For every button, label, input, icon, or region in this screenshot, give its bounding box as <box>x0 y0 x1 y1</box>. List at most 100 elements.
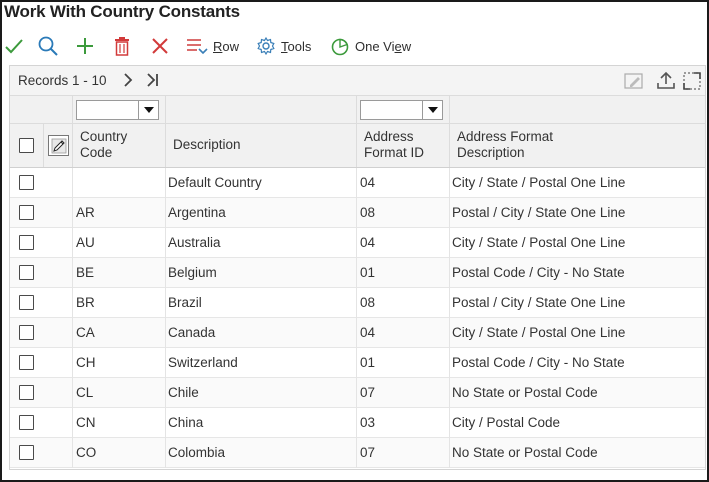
cell-description[interactable]: Chile <box>168 378 199 408</box>
table-row[interactable]: CA Canada 04 City / State / Postal One Line <box>10 318 705 348</box>
column-divider <box>72 198 73 228</box>
row-select-checkbox[interactable] <box>19 235 34 250</box>
cell-description[interactable]: Switzerland <box>168 348 238 378</box>
maximize-grid-button[interactable] <box>682 71 702 96</box>
column-divider <box>165 318 166 348</box>
row-select-checkbox[interactable] <box>19 205 34 220</box>
personalize-grid-button[interactable] <box>624 71 644 96</box>
table-row[interactable]: AR Argentina 08 Postal / City / State One L… <box>10 198 705 228</box>
column-divider <box>165 348 166 378</box>
last-page-button[interactable] <box>146 72 160 91</box>
row-menu-button[interactable]: Row <box>186 31 239 61</box>
column-divider <box>165 198 166 228</box>
cell-address-format-id: 07 <box>360 445 376 460</box>
row-select-checkbox[interactable] <box>19 415 34 430</box>
table-row[interactable]: Default Country 04 City / State / Postal O… <box>10 168 705 198</box>
column-header-description[interactable]: Description <box>173 137 241 153</box>
search-button[interactable] <box>37 31 59 61</box>
column-divider <box>449 378 450 408</box>
table-row[interactable]: CH Switzerland 01 Postal Code / City - No S… <box>10 348 705 378</box>
column-divider <box>72 348 73 378</box>
column-header-address-format-id[interactable]: Address Format ID <box>364 129 424 161</box>
grid-header-row: Country Code Description Address Format … <box>10 124 705 168</box>
country-code-filter-input[interactable] <box>76 100 139 120</box>
export-button[interactable] <box>656 71 676 96</box>
column-divider <box>72 228 73 258</box>
row-menu-label: Row <box>213 39 239 54</box>
cell-address-format-description: City / State / Postal One Line <box>452 325 626 340</box>
column-header-address-format-description[interactable]: Address Format Description <box>457 129 553 161</box>
column-divider <box>356 168 357 198</box>
cell-country-code: CO <box>76 445 97 460</box>
column-divider <box>356 96 357 123</box>
cell-address-format-description: City / State / Postal One Line <box>452 235 626 250</box>
gear-icon <box>257 36 275 56</box>
table-row[interactable]: CL Chile 07 No State or Postal Code <box>10 378 705 408</box>
row-select-checkbox[interactable] <box>19 355 34 370</box>
row-select-checkbox[interactable] <box>19 385 34 400</box>
cell-country-code: AR <box>76 205 95 220</box>
cell-description[interactable]: Argentina <box>168 198 226 228</box>
column-divider <box>449 168 450 198</box>
column-divider <box>356 258 357 288</box>
column-divider <box>165 288 166 318</box>
address-format-id-filter-dropdown[interactable] <box>423 100 443 120</box>
tools-menu-button[interactable]: Tools <box>256 31 311 61</box>
cell-description[interactable]: Canada <box>168 318 215 348</box>
trash-icon <box>115 37 129 56</box>
table-row[interactable]: CN China 03 City / Postal Code <box>10 408 705 438</box>
caret-down-icon <box>143 107 154 113</box>
row-select-checkbox[interactable] <box>19 325 34 340</box>
caret-down-icon <box>427 107 438 113</box>
cell-description[interactable]: Brazil <box>168 288 202 318</box>
cell-country-code: AU <box>76 235 95 250</box>
row-menu-label-rest: ow <box>222 38 240 54</box>
row-edit-header-button[interactable] <box>48 135 69 156</box>
row-select-checkbox[interactable] <box>19 265 34 280</box>
column-header-country-code[interactable]: Country Code <box>80 129 127 161</box>
next-page-button[interactable] <box>122 72 134 91</box>
address-format-id-filter-input[interactable] <box>360 100 423 120</box>
table-row[interactable]: AU Australia 04 City / State / Postal One L… <box>10 228 705 258</box>
cell-description[interactable]: Default Country <box>168 168 262 198</box>
column-divider <box>356 378 357 408</box>
tools-menu-label: Tools <box>281 39 311 54</box>
close-button[interactable] <box>150 31 170 61</box>
cell-description[interactable]: China <box>168 408 203 438</box>
cell-address-format-description: City / Postal Code <box>452 415 561 430</box>
cell-description[interactable]: Belgium <box>168 258 217 288</box>
cell-description[interactable]: Colombia <box>168 438 225 468</box>
select-all-checkbox[interactable] <box>19 138 34 153</box>
ok-button[interactable] <box>4 31 24 61</box>
column-divider <box>356 348 357 378</box>
table-row[interactable]: BR Brazil 08 Postal / City / State One Line <box>10 288 705 318</box>
column-divider <box>72 438 73 468</box>
column-divider <box>165 378 166 408</box>
one-view-button[interactable]: One View <box>330 31 411 61</box>
column-divider <box>165 228 166 258</box>
table-row[interactable]: BE Belgium 01 Postal Code / City - No State <box>10 258 705 288</box>
country-code-filter-dropdown[interactable] <box>139 100 159 120</box>
cell-description[interactable]: Australia <box>168 228 221 258</box>
row-select-checkbox[interactable] <box>19 175 34 190</box>
table-row[interactable]: CO Colombia 07 No State or Postal Code <box>10 438 705 468</box>
records-count: Records 1 - 10 <box>18 73 107 88</box>
row-select-checkbox[interactable] <box>19 445 34 460</box>
cell-address-format-description: No State or Postal Code <box>452 445 598 460</box>
column-divider <box>165 408 166 438</box>
column-divider <box>72 318 73 348</box>
column-divider <box>356 228 357 258</box>
delete-button[interactable] <box>113 31 131 61</box>
row-select-checkbox[interactable] <box>19 295 34 310</box>
column-divider <box>356 288 357 318</box>
column-header-line: Code <box>80 145 113 160</box>
cell-address-format-id: 03 <box>360 415 376 430</box>
add-button[interactable] <box>75 31 95 61</box>
cell-address-format-id: 04 <box>360 175 376 190</box>
column-divider <box>356 438 357 468</box>
export-icon <box>657 71 675 89</box>
cell-address-format-description: Postal / City / State One Line <box>452 295 626 310</box>
cell-address-format-id: 01 <box>360 265 376 280</box>
column-divider <box>43 124 44 167</box>
chevron-right-icon <box>124 73 133 87</box>
